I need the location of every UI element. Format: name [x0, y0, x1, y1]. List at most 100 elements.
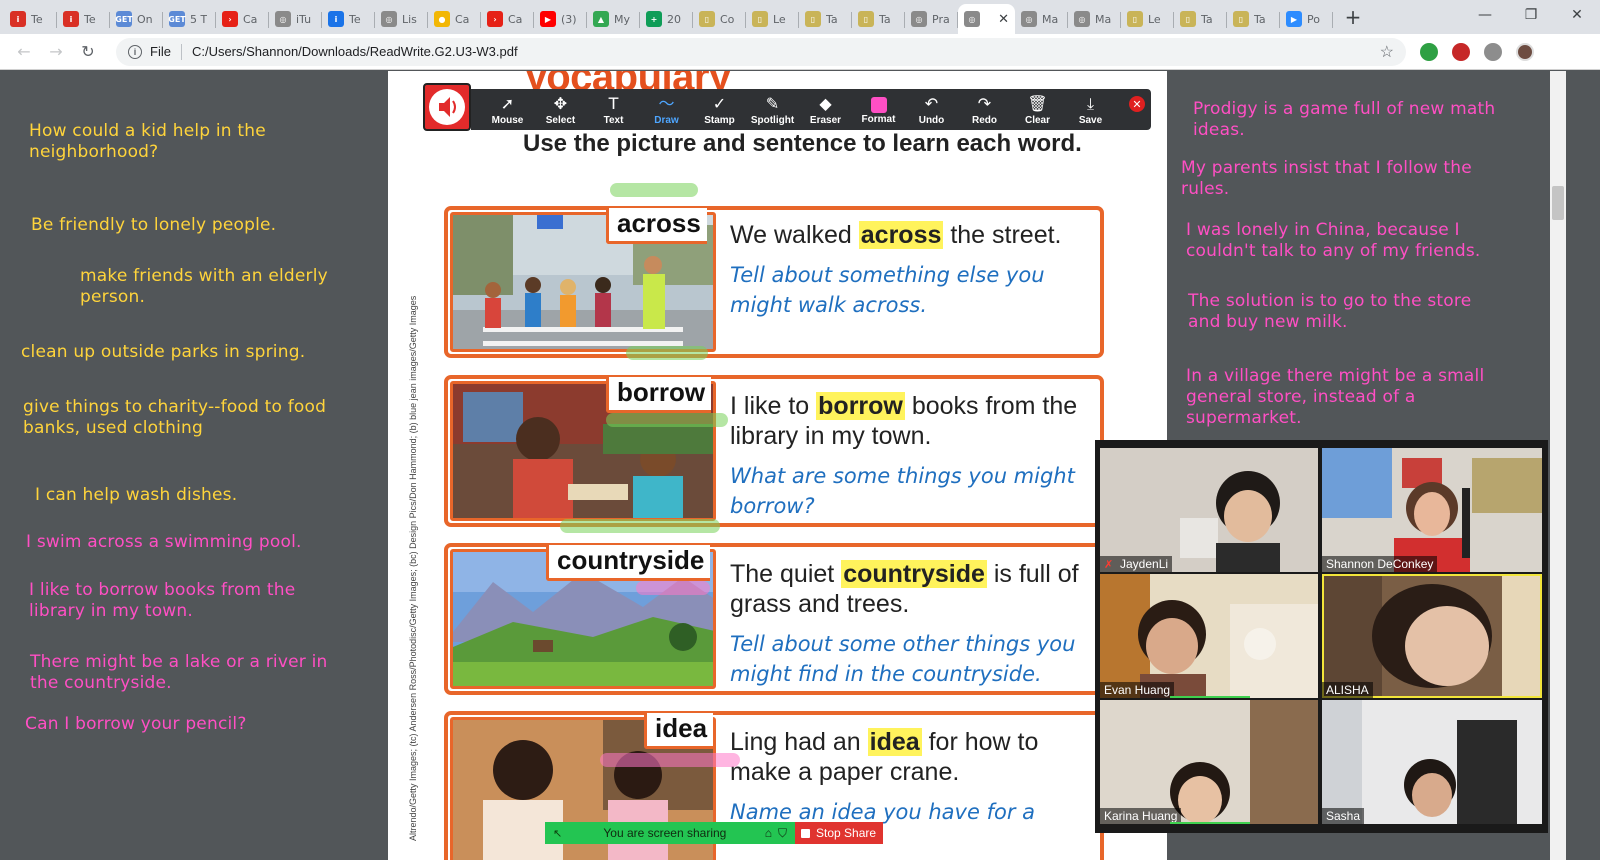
note-text: I was lonely in China, because I couldn'… — [1186, 220, 1481, 261]
tab-title: My — [614, 12, 631, 26]
browser-tab[interactable]: ◎ Ma — [1068, 4, 1121, 34]
browser-tab[interactable]: ◎ Lis — [375, 4, 428, 34]
tab-favicon-icon: ● — [434, 11, 450, 27]
participant-name: ✗ JaydenLi — [1100, 556, 1173, 572]
extension-green-icon[interactable] — [1420, 42, 1438, 61]
pdf-page[interactable]: Vocabulary Use the picture and sentence … — [388, 71, 1167, 860]
stamp-icon: ✓ — [712, 93, 727, 113]
browser-tab[interactable]: ◎ ✕ — [958, 4, 1015, 34]
tab-strip: i Te i Te GET On GET 5 T › Ca ◎ iTu i Te ◎ Lis ● Ca › Ca ▶ (3… — [0, 0, 1600, 34]
shield-icon[interactable]: ⛉ — [778, 826, 787, 841]
annotation-tool-eraser[interactable]: ◆ Eraser — [799, 89, 852, 130]
annotation-tool-format[interactable]: Format — [852, 89, 905, 130]
annotation-tool-save[interactable]: ⤓ Save — [1064, 89, 1117, 130]
annotation-tool-select[interactable]: ✥ Select — [534, 89, 587, 130]
tab-title: Te — [31, 12, 43, 26]
stop-share-button[interactable]: Stop Share — [795, 822, 883, 844]
annotation-tool-label: Undo — [918, 114, 945, 126]
browser-tab[interactable]: › Ca — [216, 4, 269, 34]
tab-title: 5 T — [190, 12, 208, 26]
annotation-tool-stamp[interactable]: ✓ Stamp — [693, 89, 746, 130]
forward-button[interactable]: → — [42, 38, 70, 66]
sentence-text: Ling had an — [730, 728, 868, 756]
note-text: clean up outside parks in spring. — [21, 342, 306, 362]
eraser-icon: ◆ — [819, 93, 832, 113]
browser-tab[interactable]: ▯ Ta — [1227, 4, 1280, 34]
browser-tab[interactable]: ◎ Ma — [1015, 4, 1068, 34]
redo-icon: ↷ — [977, 93, 992, 113]
close-annotation-icon[interactable]: ✕ — [1129, 96, 1145, 112]
browser-tab[interactable]: i Te — [57, 4, 110, 34]
tab-title: Te — [349, 12, 361, 26]
browser-tab[interactable]: i Te — [4, 4, 57, 34]
address-bar[interactable]: i File C:/Users/Shannon/Downloads/ReadWr… — [116, 37, 1406, 66]
vocab-word: borrow — [606, 377, 712, 413]
participant-tile[interactable]: Karina Huang — [1100, 700, 1318, 824]
annotation-tool-clear[interactable]: 🗑 Clear — [1011, 89, 1064, 130]
browser-tab[interactable]: GET On — [110, 4, 163, 34]
new-tab-button[interactable]: + — [1339, 3, 1367, 31]
tab-favicon-icon: ◎ — [911, 11, 927, 27]
browser-tab[interactable]: ● Ca — [428, 4, 481, 34]
participant-tile[interactable]: Sasha — [1322, 700, 1542, 824]
annotation-tool-label: Text — [603, 114, 624, 126]
annotation-tool-undo[interactable]: ↶ Undo — [905, 89, 958, 130]
sentence-text: The quiet — [730, 560, 842, 588]
tab-title: Ta — [1254, 12, 1266, 26]
audio-level-indicator — [1170, 696, 1250, 698]
participant-tile[interactable]: ALISHA — [1322, 574, 1542, 698]
profile-avatar[interactable] — [1516, 42, 1534, 61]
annotation-stroke — [600, 753, 740, 767]
info-icon[interactable]: i — [128, 44, 142, 59]
tab-list: i Te i Te GET On GET 5 T › Ca ◎ iTu i Te ◎ Lis ● Ca › Ca ▶ (3… — [4, 2, 1333, 34]
annotation-stroke — [610, 183, 698, 197]
browser-tab[interactable]: ▶ Po — [1280, 4, 1333, 34]
participant-tile[interactable]: Shannon DeConkey — [1322, 448, 1542, 572]
speaker-icon[interactable] — [423, 83, 471, 131]
annotation-tool-draw[interactable]: 〜 Draw — [640, 89, 693, 130]
close-window-button[interactable]: ✕ — [1554, 0, 1600, 30]
browser-tab[interactable]: ▯ Le — [746, 4, 799, 34]
video-gallery: ✗ JaydenLi Shannon DeConkey Evan Huang AL… — [1095, 440, 1548, 833]
tab-close-icon[interactable]: ✕ — [998, 12, 1009, 27]
tab-title: (3) — [561, 12, 577, 26]
network-icon[interactable]: ⌂ — [765, 826, 772, 840]
back-button[interactable]: ← — [10, 38, 38, 66]
extension-ublock-icon[interactable] — [1452, 42, 1470, 61]
browser-tab[interactable]: ▲ My — [587, 4, 640, 34]
bookmark-star-icon[interactable]: ☆ — [1380, 42, 1394, 62]
restore-button[interactable]: ❐ — [1508, 0, 1554, 30]
annotation-stroke — [606, 413, 728, 427]
annotation-tool-redo[interactable]: ↷ Redo — [958, 89, 1011, 130]
note-text: I like to borrow books from the library … — [29, 580, 296, 621]
browser-tab[interactable]: +20 — [640, 4, 693, 34]
browser-tab[interactable]: GET 5 T — [163, 4, 216, 34]
browser-tab[interactable]: › Ca — [481, 4, 534, 34]
browser-tab[interactable]: ▯ Le — [1121, 4, 1174, 34]
annotation-toolbar: ➚ Mouse ✥ Select T Text 〜 Draw ✓ Stamp ✎ Spotlight ◆… — [471, 89, 1151, 130]
browser-tab[interactable]: ▶ (3) — [534, 4, 587, 34]
participant-tile[interactable]: Evan Huang — [1100, 574, 1318, 698]
minimize-button[interactable]: — — [1462, 0, 1508, 30]
browser-tab[interactable]: ◎ Pra — [905, 4, 958, 34]
annotation-tool-text[interactable]: T Text — [587, 89, 640, 130]
browser-tab[interactable]: i Te — [322, 4, 375, 34]
browser-tab[interactable]: ▯ Ta — [852, 4, 905, 34]
browser-tab[interactable]: ▯ Ta — [1174, 4, 1227, 34]
participant-name-text: Karina Huang — [1104, 809, 1178, 823]
extension-puzzle-icon[interactable] — [1484, 42, 1502, 61]
note-text: give things to charity--food to food ban… — [23, 397, 327, 438]
vocab-word: idea — [644, 713, 714, 749]
annotation-tool-mouse[interactable]: ➚ Mouse — [481, 89, 534, 130]
scrollbar-thumb[interactable] — [1552, 186, 1564, 220]
participant-tile[interactable]: ✗ JaydenLi — [1100, 448, 1318, 572]
reload-button[interactable]: ↻ — [74, 38, 102, 66]
browser-tab[interactable]: ▯ Ta — [799, 4, 852, 34]
video-feed — [1322, 574, 1542, 698]
annotation-tool-spotlight[interactable]: ✎ Spotlight — [746, 89, 799, 130]
tab-title: Ta — [1201, 12, 1213, 26]
browser-tab[interactable]: ◎ iTu — [269, 4, 322, 34]
clear-icon: 🗑 — [1027, 93, 1048, 113]
browser-tab[interactable]: ▯ Co — [693, 4, 746, 34]
share-status[interactable]: ↖ You are screen sharing ⌂ ⛉ — [545, 822, 795, 844]
